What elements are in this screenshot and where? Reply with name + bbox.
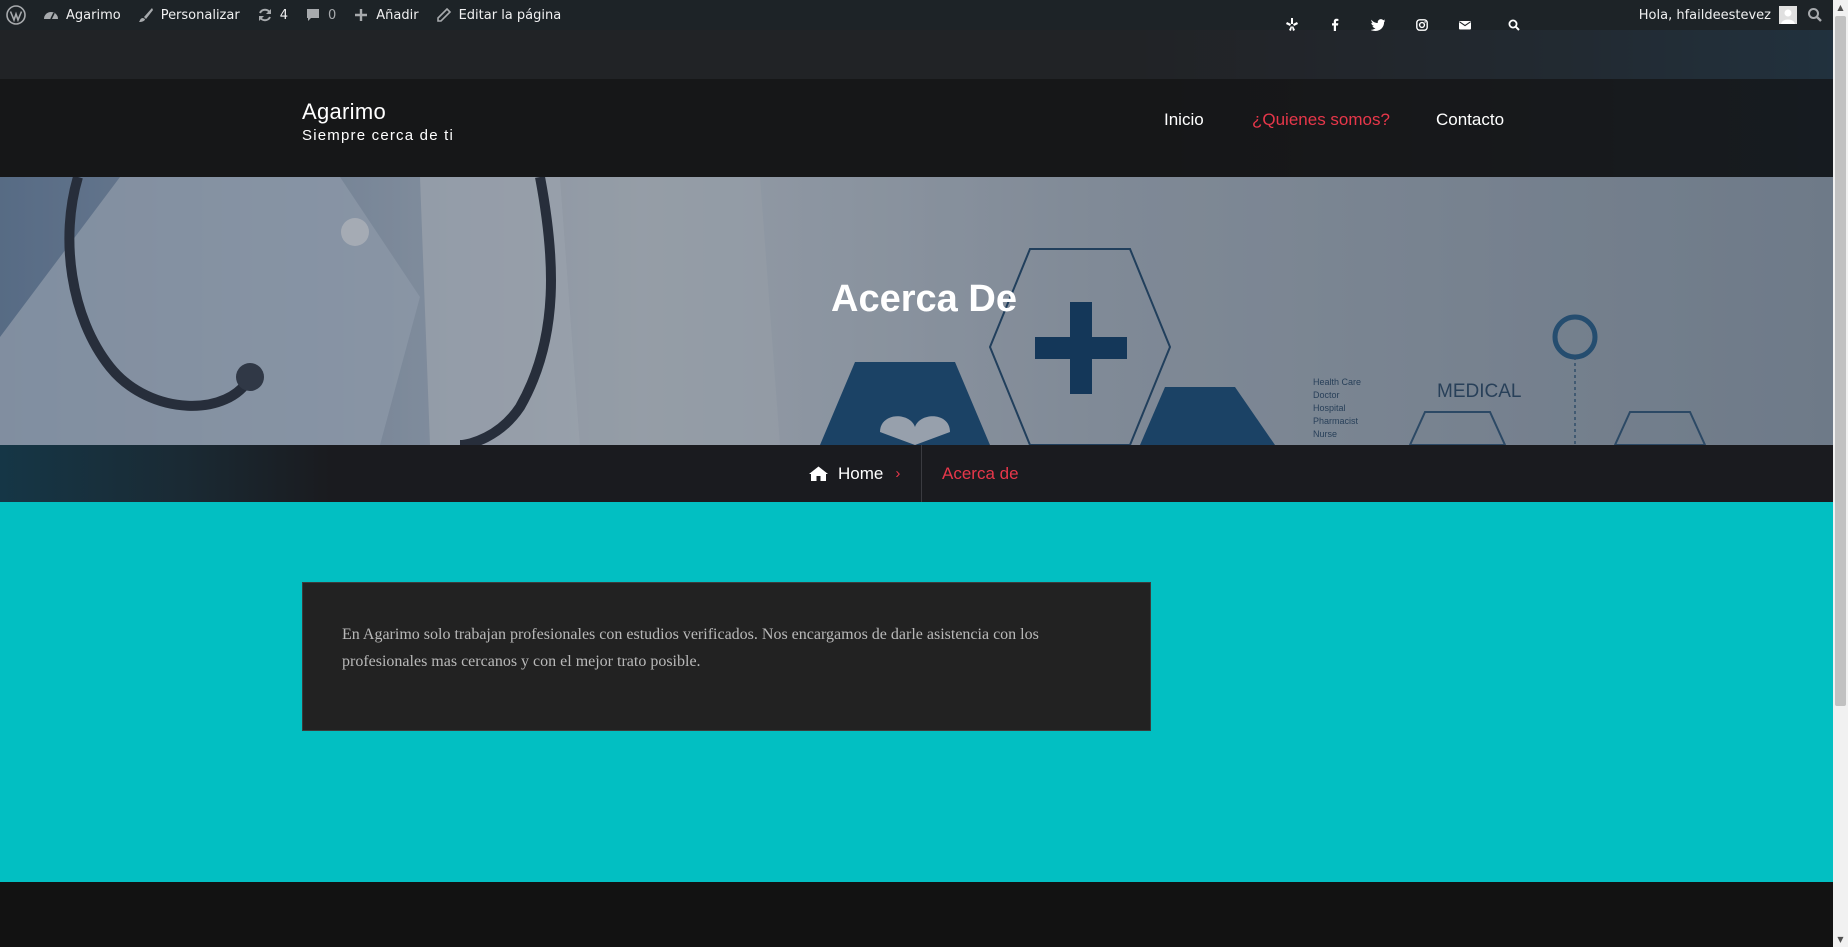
refresh-icon — [256, 6, 274, 24]
admin-bar: Agarimo Personalizar 4 0 Añadir Editar l… — [0, 0, 1833, 30]
updates-count: 4 — [279, 7, 288, 23]
search-icon — [1807, 7, 1823, 23]
menu-item-inicio[interactable]: Inicio — [1164, 110, 1204, 130]
comments-count: 0 — [327, 7, 337, 23]
navigation-bar — [0, 79, 1833, 177]
my-account-link[interactable]: Hola, hfaildeestevez — [1631, 0, 1807, 30]
page-title: Acerca De — [831, 278, 1017, 320]
content-text: En Agarimo solo trabajan profesionales c… — [342, 626, 1039, 670]
edit-page-link[interactable]: Editar la página — [427, 0, 570, 30]
twitter-link[interactable] — [1366, 0, 1390, 49]
dashboard-icon — [42, 6, 60, 24]
menu-item-quienes-somos[interactable]: ¿Quienes somos? — [1252, 110, 1390, 130]
header-search-button[interactable] — [1502, 0, 1526, 49]
envelope-icon — [1459, 20, 1471, 30]
site-name-link[interactable]: Agarimo — [34, 0, 129, 30]
yelp-icon — [1286, 18, 1298, 31]
breadcrumb — [0, 445, 1833, 502]
scroll-down-arrow-icon[interactable]: ▼ — [1833, 932, 1848, 947]
social-bar — [0, 30, 1833, 79]
email-link[interactable] — [1453, 0, 1477, 49]
add-new-label: Añadir — [376, 7, 419, 23]
breadcrumb-home-label: Home — [838, 463, 884, 483]
updates-link[interactable]: 4 — [248, 0, 296, 30]
scroll-up-arrow-icon[interactable]: ▲ — [1833, 0, 1848, 15]
breadcrumb-home-link[interactable]: Home › — [809, 445, 900, 502]
content-card: En Agarimo solo trabajan profesionales c… — [302, 582, 1151, 731]
breadcrumb-divider — [921, 445, 922, 502]
edit-page-label: Editar la página — [458, 7, 562, 23]
pencil-icon — [435, 6, 453, 24]
menu-item-contacto[interactable]: Contacto — [1436, 110, 1504, 130]
footer — [0, 882, 1833, 947]
comment-icon — [304, 6, 322, 24]
plus-icon — [352, 6, 370, 24]
greeting-label: Hola, hfaildeestevez — [1638, 7, 1771, 23]
avatar — [1779, 6, 1797, 24]
home-icon — [809, 466, 828, 481]
instagram-icon — [1416, 18, 1428, 31]
site-title[interactable]: Agarimo — [302, 99, 454, 125]
customize-label: Personalizar — [160, 7, 240, 23]
site-tagline: Siempre cerca de ti — [302, 127, 455, 144]
comments-link[interactable]: 0 — [296, 0, 344, 30]
add-new-link[interactable]: Añadir — [344, 0, 426, 30]
page-scrollbar[interactable]: ▲ ▼ — [1833, 0, 1848, 947]
wordpress-menu[interactable] — [0, 0, 34, 30]
breadcrumb-current: Acerca de — [942, 463, 1019, 483]
twitter-icon — [1371, 18, 1385, 31]
scrollbar-thumb[interactable] — [1835, 16, 1846, 706]
instagram-link[interactable] — [1410, 0, 1434, 49]
site-name-label: Agarimo — [66, 7, 121, 23]
facebook-icon — [1331, 18, 1339, 31]
facebook-link[interactable] — [1323, 0, 1347, 49]
breadcrumb-separator: › — [895, 465, 901, 482]
wordpress-icon — [6, 5, 26, 25]
yelp-link[interactable] — [1280, 0, 1304, 49]
admin-search-button[interactable] — [1807, 0, 1833, 30]
brush-icon — [137, 6, 155, 24]
site-branding[interactable]: Agarimo Siempre cerca de ti — [302, 99, 454, 144]
customize-link[interactable]: Personalizar — [129, 0, 248, 30]
search-icon — [1508, 19, 1520, 31]
